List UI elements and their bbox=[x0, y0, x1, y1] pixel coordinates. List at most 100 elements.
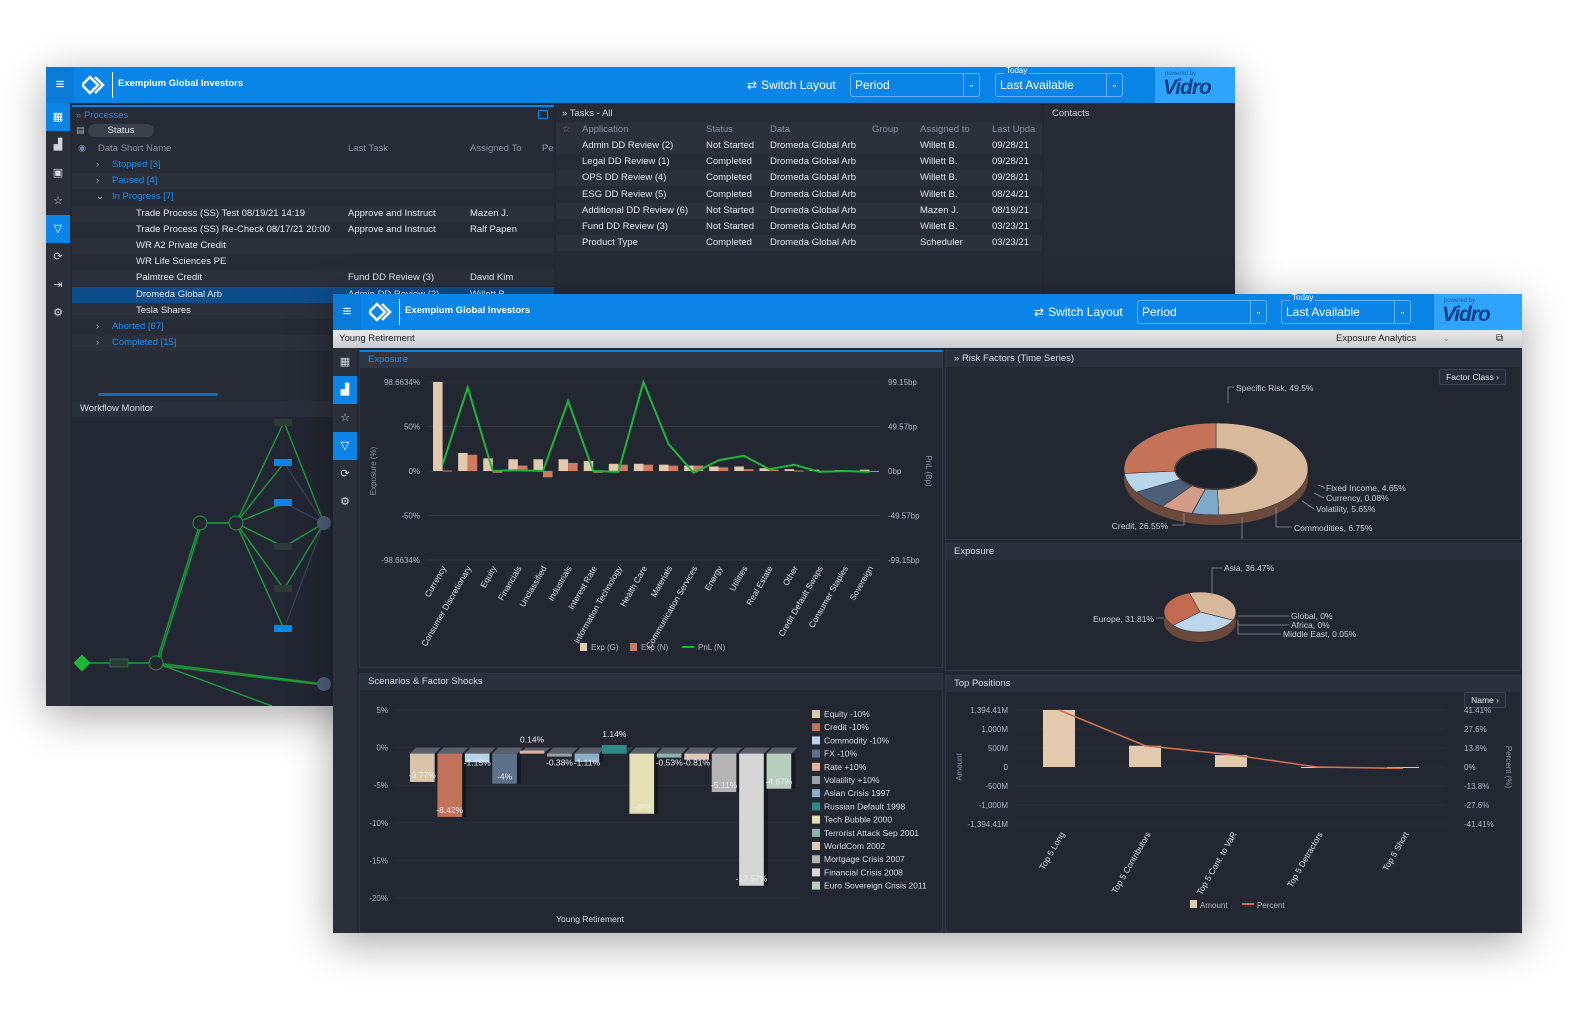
group-row[interactable]: › Stopped [3] bbox=[72, 157, 554, 173]
table-cell: 03/23/21 bbox=[992, 221, 1029, 232]
workflow-diagram[interactable] bbox=[72, 417, 334, 706]
y2-tick-label: 27.6% bbox=[1464, 725, 1487, 734]
column-header[interactable]: Status bbox=[706, 122, 733, 138]
task-node[interactable] bbox=[274, 625, 292, 632]
nav-refresh-icon[interactable]: ⟳ bbox=[333, 460, 357, 488]
task-node[interactable] bbox=[274, 585, 292, 592]
cell-name: Trade Process (SS) Re-Check 08/17/21 20:… bbox=[136, 223, 330, 235]
table-row[interactable]: Trade Process (SS) Re-Check 08/17/21 20:… bbox=[72, 222, 554, 238]
bar-top-face bbox=[766, 747, 798, 754]
column-header[interactable]: Assigned To bbox=[470, 141, 522, 157]
chevron-right-icon[interactable]: › bbox=[96, 319, 99, 335]
column-header[interactable]: Data bbox=[770, 122, 790, 138]
join-node[interactable] bbox=[148, 655, 164, 671]
nav-card-icon[interactable]: ▣ bbox=[46, 159, 70, 187]
x-tick-label: Top 5 Contributors bbox=[1109, 830, 1152, 895]
nav-export-icon[interactable]: ⇥ bbox=[46, 271, 70, 299]
table-row[interactable]: Additional DD Review (6) Not Started Drome… bbox=[556, 202, 1042, 219]
task-node[interactable] bbox=[274, 499, 292, 506]
group-row[interactable]: › Paused [4] bbox=[72, 173, 554, 190]
chevron-right-icon[interactable]: › bbox=[96, 335, 99, 351]
group-row[interactable]: ⌄ In Progress [7] bbox=[72, 189, 554, 205]
nav-chart-icon[interactable]: ▟ bbox=[333, 376, 357, 404]
group-toggle-icon[interactable]: ▤ bbox=[76, 125, 85, 136]
chevron-right-icon[interactable]: › bbox=[96, 173, 99, 189]
table-row[interactable]: Fund DD Review (3) Not Started Dromeda Glo… bbox=[556, 219, 1042, 235]
column-header[interactable]: Application bbox=[582, 122, 628, 138]
menu-icon[interactable]: ≡ bbox=[333, 294, 361, 330]
switch-layout-label: Switch Layout bbox=[1048, 305, 1123, 319]
end-node[interactable] bbox=[317, 677, 331, 691]
nav-settings-icon[interactable]: ⚙ bbox=[333, 488, 357, 516]
nav-star-icon[interactable]: ☆ bbox=[333, 404, 357, 432]
chevron-down-icon[interactable]: ⌄ bbox=[1250, 301, 1266, 323]
merge-node[interactable] bbox=[317, 516, 331, 530]
nav-filter-icon[interactable]: ▽ bbox=[333, 432, 357, 460]
legend-swatch bbox=[812, 762, 820, 771]
task-node[interactable] bbox=[274, 419, 292, 426]
nav-refresh-icon[interactable]: ⟳ bbox=[46, 243, 70, 271]
chevron-down-icon[interactable]: ⌄ bbox=[963, 74, 979, 96]
table-cell: 08/24/21 bbox=[992, 188, 1029, 200]
chevron-down-icon[interactable]: ⌄ bbox=[1106, 74, 1122, 96]
table-row[interactable]: Legal DD Review (1) Completed Dromeda Glob… bbox=[556, 154, 1042, 170]
workflow-node[interactable] bbox=[109, 658, 129, 668]
x-tick-label: Materials bbox=[648, 564, 674, 599]
legend-label: Tech Bubble 2000 bbox=[824, 815, 892, 825]
period-select[interactable]: Period ⌄ bbox=[850, 73, 980, 97]
chevron-down-icon[interactable]: ⌄ bbox=[1394, 301, 1410, 323]
split-node[interactable] bbox=[192, 515, 208, 531]
region-exposure-title: Exposure bbox=[946, 544, 1520, 560]
switch-layout-button[interactable]: ⇄ Switch Layout bbox=[1034, 305, 1123, 319]
chevron-down-icon[interactable]: ⌄ bbox=[96, 189, 104, 205]
nav-settings-icon[interactable]: ⚙ bbox=[46, 299, 70, 327]
horizontal-scrollbar[interactable] bbox=[98, 393, 218, 396]
chevron-down-icon[interactable]: ⌄ bbox=[1443, 330, 1450, 348]
popout-icon[interactable]: ⧉ bbox=[1496, 330, 1503, 348]
table-row[interactable]: ESG DD Review (5) Completed Dromeda Global… bbox=[556, 187, 1042, 203]
x-tick-label: Top 5 Detractors bbox=[1285, 830, 1325, 889]
table-row[interactable]: OPS DD Review (4) Completed Dromeda Global… bbox=[556, 170, 1042, 187]
nav-filter-icon[interactable]: ▽ bbox=[46, 215, 70, 243]
date-select[interactable]: Today Last Available ⌄ bbox=[1281, 294, 1411, 324]
column-header[interactable]: Group bbox=[872, 122, 898, 138]
table-row[interactable]: Palmtree Credit Fund DD Review (3) David K… bbox=[72, 270, 554, 287]
date-select[interactable]: Today Last Available ⌄ bbox=[995, 67, 1123, 97]
maximize-icon[interactable] bbox=[538, 110, 548, 119]
task-node[interactable] bbox=[274, 459, 292, 466]
menu-icon[interactable]: ≡ bbox=[46, 67, 74, 103]
table-row[interactable]: Product Type Completed Dromeda Global Arb S… bbox=[556, 235, 1042, 252]
product-name: Vidro bbox=[1442, 303, 1491, 326]
portfolio-name[interactable]: Young Retirement bbox=[339, 333, 415, 344]
y2-axis-label: PnL (Bp) bbox=[924, 455, 933, 487]
start-node[interactable] bbox=[73, 654, 91, 672]
tasks-header: » Tasks - All bbox=[562, 107, 613, 121]
table-row[interactable]: WR Life Sciences PE bbox=[72, 254, 554, 270]
expand-icon[interactable]: » bbox=[76, 110, 81, 121]
period-select[interactable]: Period ⌄ bbox=[1137, 300, 1267, 324]
split-node[interactable] bbox=[228, 515, 244, 531]
column-header[interactable]: Pe bbox=[542, 141, 554, 157]
table-cell: Dromeda Global Arb bbox=[770, 237, 857, 249]
chevron-right-icon[interactable]: › bbox=[96, 157, 99, 173]
table-row[interactable]: WR A2 Private Credit bbox=[72, 238, 554, 254]
column-header[interactable]: Data Short Name bbox=[98, 141, 171, 157]
legend-label: Equity -10% bbox=[824, 709, 870, 719]
table-row[interactable]: Admin DD Review (2) Not Started Dromeda Gl… bbox=[556, 138, 1042, 154]
column-header[interactable]: Last Upda bbox=[992, 122, 1035, 138]
status-group-chip[interactable]: Status bbox=[88, 124, 154, 137]
nav-star-icon[interactable]: ☆ bbox=[46, 187, 70, 215]
table-row[interactable]: Trade Process (SS) Test 08/19/21 14:19 Ap… bbox=[72, 205, 554, 222]
nav-chart-icon[interactable]: ▟ bbox=[46, 131, 70, 159]
eye-icon[interactable]: ◉ bbox=[78, 141, 86, 157]
expand-icon[interactable]: » bbox=[954, 353, 959, 364]
nav-grid-icon[interactable]: ▦ bbox=[46, 103, 70, 131]
nav-grid-icon[interactable]: ▦ bbox=[333, 348, 357, 376]
switch-layout-button[interactable]: ⇄ Switch Layout bbox=[747, 78, 836, 92]
task-node[interactable] bbox=[274, 543, 292, 550]
column-header[interactable]: Assigned to bbox=[920, 122, 970, 138]
view-select[interactable]: Exposure Analytics bbox=[1336, 330, 1416, 348]
star-icon[interactable]: ☆ bbox=[562, 122, 571, 138]
expand-icon[interactable]: » bbox=[562, 108, 567, 119]
column-header[interactable]: Last Task bbox=[348, 141, 388, 157]
